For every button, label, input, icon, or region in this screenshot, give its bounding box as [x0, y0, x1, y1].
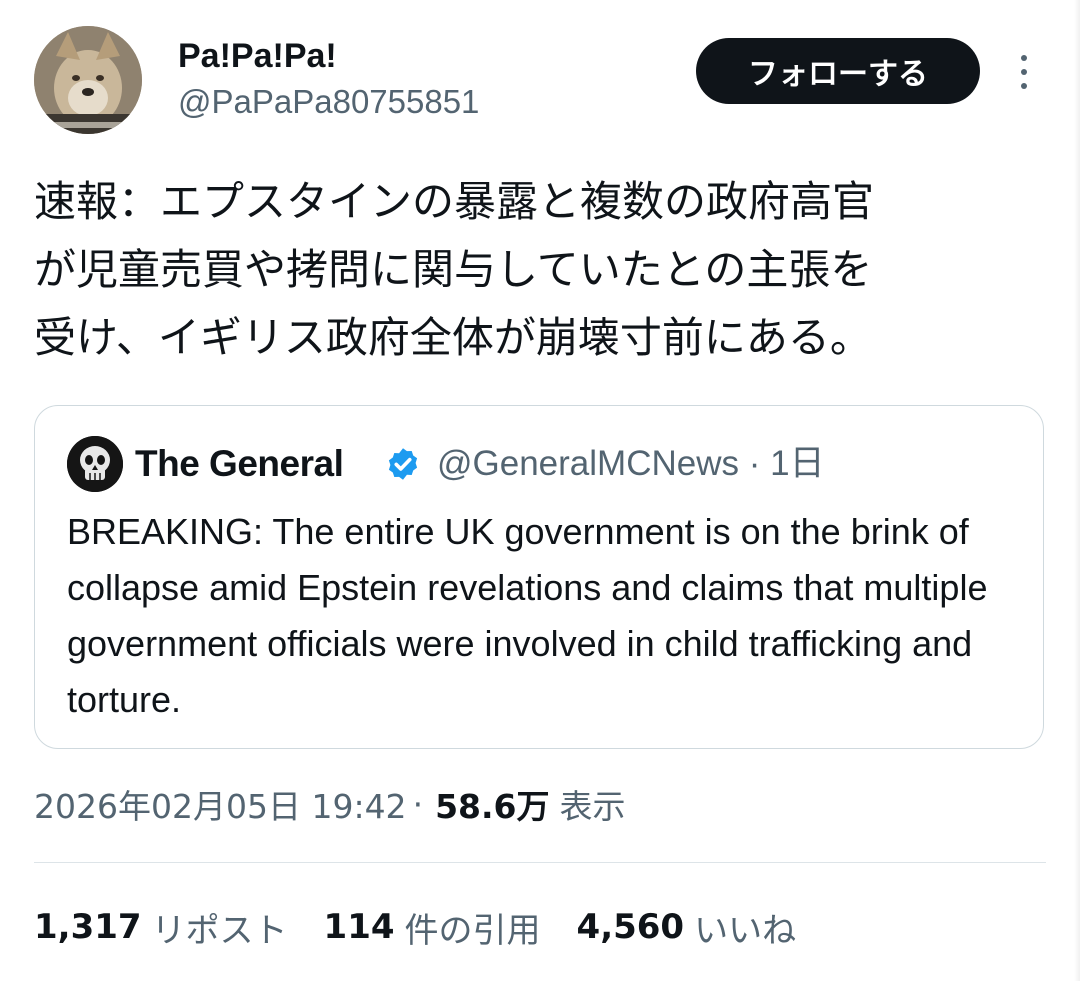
quoted-author-display-name[interactable]: The General	[135, 442, 344, 486]
reposts-stat[interactable]: 1,317 リポスト	[34, 903, 288, 952]
more-vertical-icon-dot	[1021, 83, 1027, 89]
likes-stat[interactable]: 4,560 いいね	[577, 903, 797, 952]
views-label: 表示	[559, 787, 626, 826]
quoted-tweet-card[interactable]: The General @GeneralMCNews · 1日 BREAKING…	[34, 405, 1044, 749]
shiba-dog-avatar-icon	[34, 26, 142, 134]
follow-button[interactable]: フォローする	[696, 38, 980, 104]
author-avatar[interactable]	[34, 26, 142, 134]
tweet-text: 速報：エプスタインの暴露と複数の政府高官 が児童売買や拷問に関与していたとの主張…	[34, 177, 875, 362]
tweet-timestamp[interactable]: 2026年02月05日 19:42	[34, 780, 407, 828]
quoted-author-handle[interactable]: @GeneralMCNews	[437, 444, 739, 483]
quotes-count: 114	[323, 907, 395, 947]
meta-separator: ·	[412, 784, 424, 824]
edge-shadow	[1074, 0, 1080, 981]
engagement-stats: 1,317 リポスト 114 件の引用 4,560 いいね	[34, 902, 832, 952]
author-handle[interactable]: @PaPaPa80755851	[178, 82, 479, 122]
verified-badge-icon	[385, 446, 421, 482]
reposts-label: リポスト	[151, 910, 288, 951]
more-vertical-icon-dot	[1021, 55, 1027, 61]
quotes-stat[interactable]: 114 件の引用	[324, 903, 541, 952]
likes-label: いいね	[694, 910, 797, 951]
reposts-count: 1,317	[34, 907, 142, 947]
likes-count: 4,560	[576, 907, 685, 947]
quotes-label: 件の引用	[404, 910, 541, 951]
quoted-meta: @GeneralMCNews · 1日	[437, 442, 825, 486]
divider	[34, 862, 1046, 863]
views-count: 58.6万	[435, 787, 550, 826]
quoted-author-avatar[interactable]	[67, 436, 123, 492]
quoted-meta-separator: ·	[748, 444, 761, 483]
quoted-time[interactable]: 1日	[770, 444, 824, 483]
tweet-meta-row: 2026年02月05日 19:42 · 58.6万 表示	[34, 780, 625, 828]
author-display-name[interactable]: Pa!Pa!Pa!	[178, 36, 337, 76]
more-options-button[interactable]	[1004, 50, 1044, 94]
skull-avatar-icon	[67, 436, 123, 492]
quoted-tweet-text: BREAKING: The entire UK government is on…	[67, 511, 988, 720]
more-vertical-icon-dot	[1021, 69, 1027, 75]
